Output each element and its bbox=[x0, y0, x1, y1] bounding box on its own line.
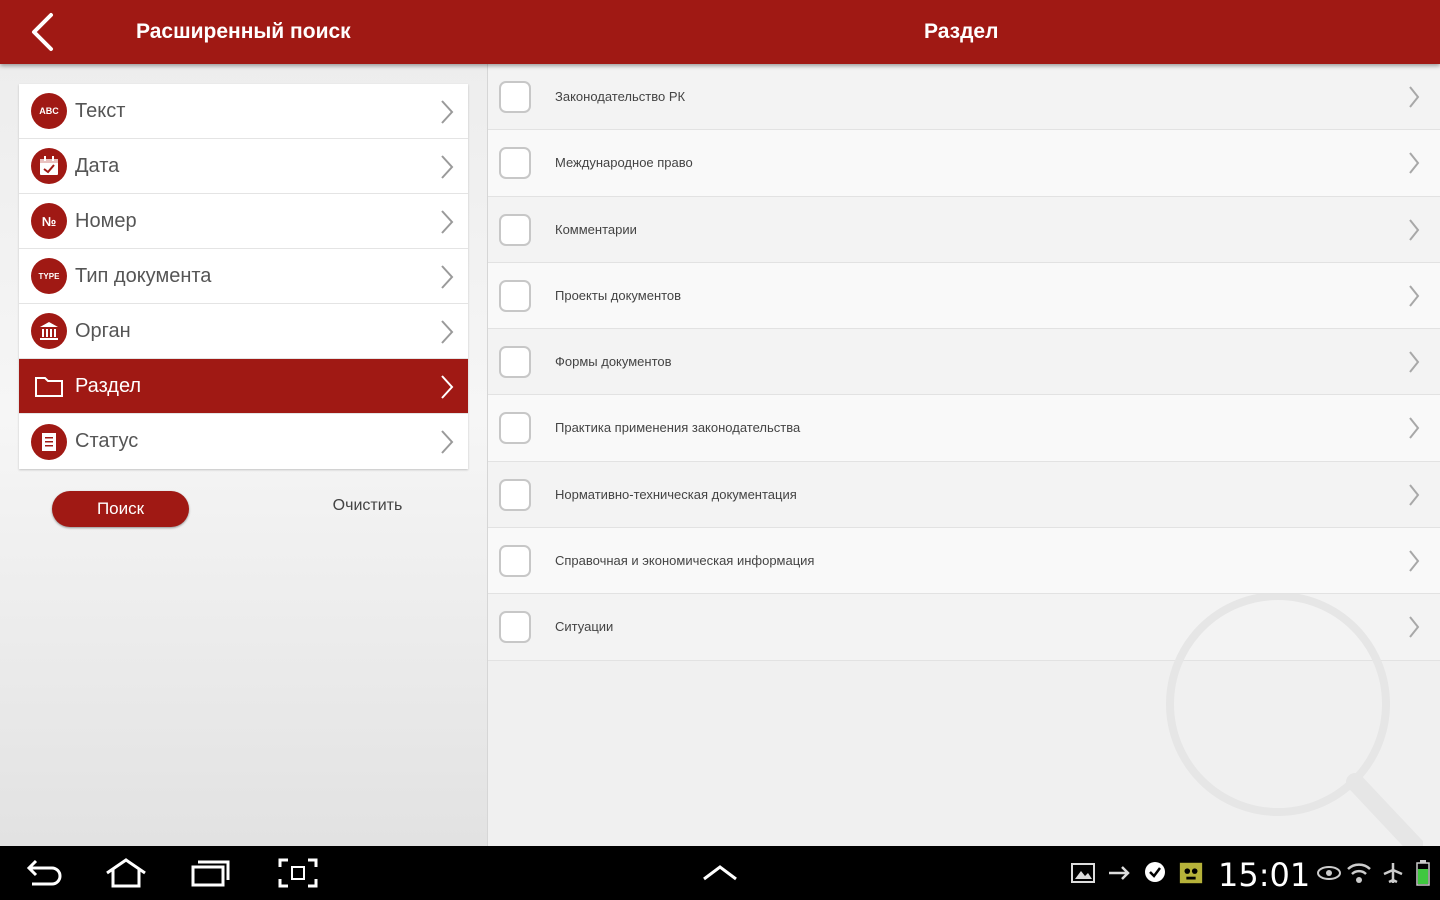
number-icon: № bbox=[31, 203, 67, 239]
section-label: Законодательство РК bbox=[555, 89, 686, 104]
chevron-right-icon bbox=[1409, 152, 1420, 174]
section-checkbox[interactable] bbox=[499, 147, 531, 180]
section-label: Международное право bbox=[555, 155, 693, 171]
section-label: Формы документов bbox=[555, 354, 672, 370]
list-item[interactable]: Нормативно-техническая документация bbox=[488, 461, 1440, 529]
chevron-right-icon bbox=[1409, 484, 1420, 506]
section-label: Практика применения законодательства bbox=[555, 420, 801, 436]
section-checkbox[interactable] bbox=[499, 279, 531, 312]
search-button[interactable]: Поиск bbox=[52, 491, 189, 527]
list-item[interactable]: Практика применения законодательства bbox=[488, 395, 1440, 462]
app-header: Расширенный поиск Раздел bbox=[0, 0, 1440, 64]
section-checkbox[interactable] bbox=[499, 213, 531, 246]
screenshot-button[interactable] bbox=[276, 856, 320, 890]
chat-notification-icon bbox=[1142, 860, 1168, 886]
home-icon bbox=[106, 858, 146, 888]
menu-item-section[interactable]: Раздел bbox=[19, 359, 468, 414]
status-clock: 15:01 bbox=[1218, 856, 1311, 894]
menu-item-authority[interactable]: Орган bbox=[19, 304, 468, 359]
section-checkbox[interactable] bbox=[499, 545, 531, 578]
chevron-left-icon bbox=[32, 13, 53, 51]
return-icon bbox=[26, 859, 62, 886]
menu-item-label: Орган bbox=[75, 319, 131, 342]
visibility-icon bbox=[1316, 860, 1342, 886]
wifi-icon bbox=[1346, 860, 1372, 886]
chevron-right-icon bbox=[1409, 550, 1420, 572]
filter-panel: ABC Текст Дата № Номер TYPE Тип документ… bbox=[0, 64, 487, 846]
chevron-right-icon bbox=[441, 265, 454, 289]
chevron-right-icon bbox=[1409, 218, 1420, 241]
section-title: Раздел bbox=[924, 20, 999, 43]
calendar-icon bbox=[31, 148, 67, 184]
chevron-right-icon bbox=[441, 320, 454, 344]
abc-icon: ABC bbox=[31, 93, 67, 129]
list-item[interactable]: Комментарии bbox=[488, 196, 1440, 263]
system-bar: 15:01 bbox=[0, 846, 1440, 900]
chevron-right-icon bbox=[441, 155, 454, 179]
recent-apps-icon bbox=[191, 860, 230, 887]
section-checkbox[interactable] bbox=[499, 412, 531, 445]
section-label: Справочная и экономическая информация bbox=[555, 553, 815, 569]
section-checkbox[interactable] bbox=[499, 81, 531, 113]
list-item[interactable]: Проекты документов bbox=[488, 262, 1440, 330]
usb-notification-icon bbox=[1106, 860, 1132, 886]
list-item[interactable]: Законодательство РК bbox=[488, 64, 1440, 131]
airplane-mode-icon bbox=[1380, 860, 1406, 886]
section-checkbox[interactable] bbox=[499, 346, 531, 379]
page-title: Расширенный поиск bbox=[136, 20, 351, 43]
list-item[interactable]: Формы документов bbox=[488, 329, 1440, 396]
back-button[interactable] bbox=[22, 10, 62, 54]
chevron-right-icon bbox=[1409, 616, 1420, 638]
menu-item-text[interactable]: ABC Текст bbox=[19, 84, 468, 139]
clear-button[interactable]: Очистить bbox=[310, 497, 425, 523]
menu-item-date[interactable]: Дата bbox=[19, 139, 468, 194]
menu-item-label: Дата bbox=[75, 154, 120, 177]
section-checkbox[interactable] bbox=[499, 478, 531, 511]
section-label: Ситуации bbox=[555, 619, 614, 635]
list-item[interactable]: Ситуации bbox=[488, 594, 1440, 661]
chevron-right-icon bbox=[441, 430, 454, 454]
chevron-right-icon bbox=[441, 375, 454, 399]
section-list-panel: Законодательство РК Международное право … bbox=[487, 64, 1440, 846]
gallery-notification-icon bbox=[1070, 860, 1096, 886]
battery-icon bbox=[1410, 860, 1436, 886]
section-label: Проекты документов bbox=[555, 287, 682, 303]
section-label: Комментарии bbox=[555, 221, 637, 237]
chevron-right-icon bbox=[1409, 351, 1420, 373]
menu-item-doc-type[interactable]: TYPE Тип документа bbox=[19, 249, 468, 304]
section-label: Нормативно-техническая документация bbox=[555, 486, 797, 502]
menu-item-status[interactable]: Статус bbox=[19, 414, 468, 469]
app-notification-icon bbox=[1178, 860, 1204, 886]
filter-menu: ABC Текст Дата № Номер TYPE Тип документ… bbox=[19, 84, 468, 469]
menu-item-label: Номер bbox=[75, 209, 137, 232]
menu-item-number[interactable]: № Номер bbox=[19, 194, 468, 249]
document-icon bbox=[31, 423, 67, 460]
menu-item-label: Статус bbox=[75, 430, 139, 452]
chevron-right-icon bbox=[441, 100, 454, 124]
section-checkbox[interactable] bbox=[499, 611, 531, 644]
building-icon bbox=[31, 313, 67, 349]
screenshot-icon bbox=[278, 858, 318, 888]
chevron-right-icon bbox=[441, 210, 454, 234]
menu-item-label: Раздел bbox=[75, 374, 142, 397]
menu-item-label: Текст bbox=[75, 99, 126, 122]
nav-recents-button[interactable] bbox=[188, 856, 232, 890]
chevron-right-icon bbox=[1409, 417, 1420, 440]
nav-home-button[interactable] bbox=[104, 856, 148, 890]
chevron-up-icon bbox=[703, 865, 737, 881]
type-icon: TYPE bbox=[31, 258, 67, 294]
list-item[interactable]: Международное право bbox=[488, 130, 1440, 197]
chevron-right-icon bbox=[1409, 86, 1420, 108]
menu-item-label: Тип документа bbox=[75, 264, 212, 287]
app-tray-button[interactable] bbox=[698, 856, 742, 890]
chevron-right-icon bbox=[1409, 285, 1420, 307]
list-item[interactable]: Справочная и экономическая информация bbox=[488, 528, 1440, 595]
nav-back-button[interactable] bbox=[22, 856, 66, 890]
folder-icon bbox=[31, 368, 67, 404]
